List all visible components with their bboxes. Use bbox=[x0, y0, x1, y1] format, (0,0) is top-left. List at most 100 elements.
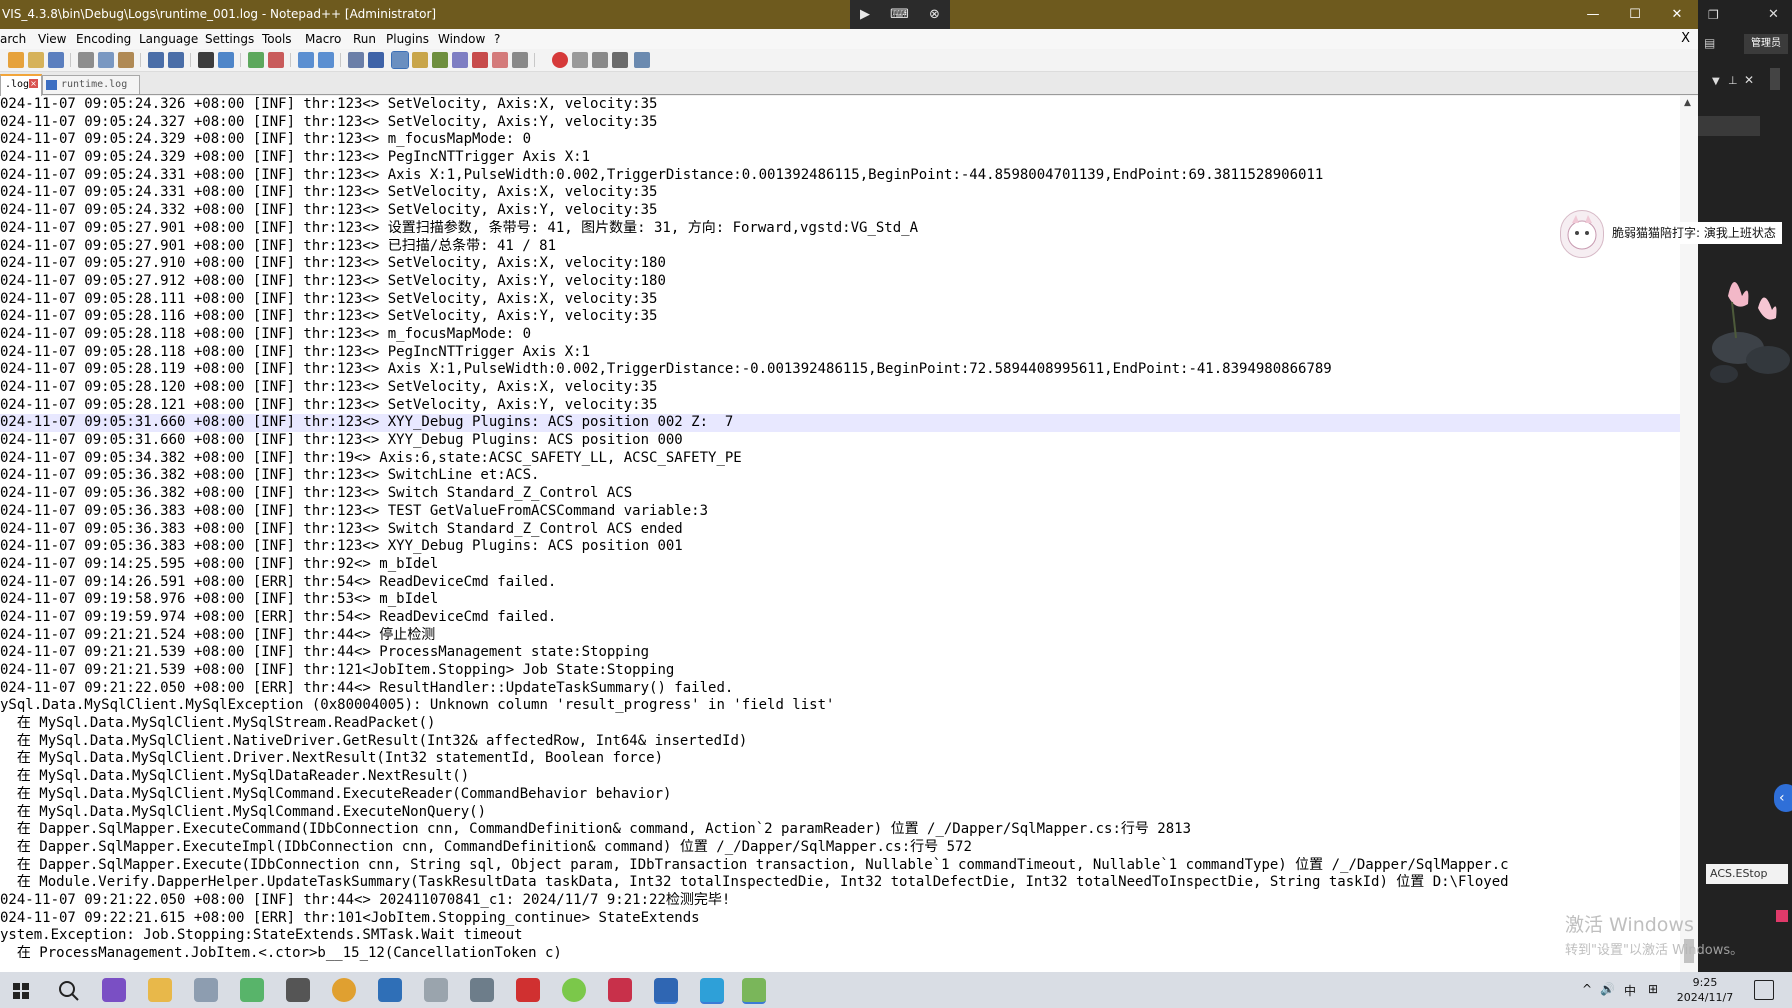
folder-as-workspace-icon[interactable] bbox=[472, 52, 488, 68]
minimize-button[interactable]: — bbox=[1572, 0, 1614, 29]
log-line: 024-11-07 09:05:27.901 +08:00 [INF] thr:… bbox=[0, 219, 919, 236]
monitoring-icon[interactable] bbox=[492, 52, 508, 68]
app-icon[interactable] bbox=[194, 978, 218, 1002]
replace-icon[interactable] bbox=[218, 52, 234, 68]
maximize-button[interactable]: ☐ bbox=[1614, 0, 1656, 29]
menu-run[interactable]: Run bbox=[353, 32, 376, 46]
find-icon[interactable] bbox=[198, 52, 214, 68]
editor-area[interactable]: 024-11-07 09:05:24.326 +08:00 [INF] thr:… bbox=[0, 96, 1680, 972]
keyboard-icon[interactable]: ⊞ bbox=[1648, 982, 1658, 996]
log-line: 024-11-07 09:05:28.118 +08:00 [INF] thr:… bbox=[0, 343, 591, 360]
tab-close-icon[interactable]: × bbox=[29, 79, 38, 88]
clock[interactable]: 9:25 2024/11/7 bbox=[1670, 975, 1740, 1005]
show-all-chars-icon[interactable] bbox=[368, 52, 384, 68]
menu-help[interactable]: ? bbox=[494, 32, 500, 46]
log-line: 024-11-07 09:21:21.539 +08:00 [INF] thr:… bbox=[0, 644, 650, 661]
log-line: 024-11-07 09:05:28.119 +08:00 [INF] thr:… bbox=[0, 361, 1332, 378]
doc-map-icon[interactable] bbox=[432, 52, 448, 68]
run-macro-multiple-icon[interactable] bbox=[612, 52, 628, 68]
log-line: 024-11-07 09:05:31.660 +08:00 [INF] thr:… bbox=[0, 414, 1680, 433]
vis-app-icon[interactable] bbox=[654, 978, 678, 1004]
toolbar-separator bbox=[534, 53, 535, 67]
app-icon[interactable] bbox=[470, 978, 494, 1002]
panel-close-icon[interactable]: ✕ bbox=[1744, 73, 1754, 87]
tray-overflow-icon[interactable]: ^ bbox=[1582, 982, 1592, 996]
menu-search[interactable]: arch bbox=[0, 32, 26, 46]
record-macro-icon[interactable] bbox=[552, 52, 568, 68]
paste-icon[interactable] bbox=[118, 52, 134, 68]
menu-window[interactable]: Window bbox=[438, 32, 485, 46]
app-icon[interactable] bbox=[378, 978, 402, 1002]
msg-app-icon[interactable] bbox=[286, 978, 310, 1002]
notepadpp-window: VIS_4.3.8\bin\Debug\Logs\runtime_001.log… bbox=[0, 0, 1698, 972]
app-icon[interactable] bbox=[424, 978, 448, 1002]
undo-icon[interactable] bbox=[148, 52, 164, 68]
preview-icon[interactable] bbox=[512, 52, 528, 68]
zoom-in-icon[interactable] bbox=[248, 52, 264, 68]
app-icon[interactable] bbox=[700, 978, 724, 1004]
menu-encoding[interactable]: Encoding bbox=[76, 32, 131, 46]
menu-plugins[interactable]: Plugins bbox=[386, 32, 429, 46]
volume-icon[interactable]: 🔊 bbox=[1600, 982, 1615, 996]
app-icon[interactable] bbox=[562, 978, 586, 1002]
function-list-icon[interactable] bbox=[452, 52, 468, 68]
remote-close-icon[interactable]: ⊗ bbox=[929, 7, 940, 22]
close-button[interactable]: ✕ bbox=[1656, 0, 1698, 29]
tab-runtime-log[interactable]: runtime.log bbox=[42, 75, 140, 94]
wps-icon[interactable] bbox=[516, 978, 540, 1002]
restore-icon[interactable]: ❐ bbox=[1708, 8, 1719, 22]
app-icon[interactable] bbox=[240, 978, 264, 1002]
title-bar[interactable]: VIS_4.3.8\bin\Debug\Logs\runtime_001.log… bbox=[0, 0, 1698, 29]
menu-language[interactable]: Language bbox=[139, 32, 198, 46]
save-macro-icon[interactable] bbox=[634, 52, 650, 68]
typing-cat-widget[interactable]: 脆弱猫猫陪打字: 演我上班状态 bbox=[1560, 208, 1792, 258]
log-line: 在 MySql.Data.MySqlClient.Driver.NextResu… bbox=[0, 750, 664, 767]
acs-estop-button[interactable]: ACS.EStop bbox=[1706, 864, 1788, 884]
expand-side-button[interactable]: ‹ bbox=[1774, 784, 1792, 812]
remote-play-icon[interactable]: ▶ bbox=[860, 7, 870, 22]
visual-studio-icon[interactable] bbox=[102, 978, 126, 1002]
windows-start-icon[interactable] bbox=[13, 983, 29, 999]
admin-button[interactable]: 管理员 bbox=[1744, 34, 1788, 54]
side-close-icon[interactable]: ✕ bbox=[1768, 7, 1779, 22]
close-document-icon[interactable]: X bbox=[1681, 31, 1690, 46]
menu-settings[interactable]: Settings bbox=[205, 32, 254, 46]
cut-icon[interactable] bbox=[78, 52, 94, 68]
log-line: 024-11-07 09:19:59.974 +08:00 [ERR] thr:… bbox=[0, 608, 557, 625]
play-macro-icon[interactable] bbox=[592, 52, 608, 68]
word-wrap-icon[interactable] bbox=[348, 52, 364, 68]
stop-macro-icon[interactable] bbox=[572, 52, 588, 68]
search-icon[interactable] bbox=[58, 980, 80, 1002]
app-tray-icon[interactable] bbox=[1776, 910, 1788, 922]
side-field[interactable] bbox=[1698, 116, 1760, 136]
remote-keyboard-icon[interactable]: ⌨ bbox=[890, 7, 909, 22]
menu-macro[interactable]: Macro bbox=[305, 32, 341, 46]
sync-horizontal-icon[interactable] bbox=[318, 52, 334, 68]
log-line: 024-11-07 09:22:21.615 +08:00 [ERR] thr:… bbox=[0, 909, 700, 926]
tab-log[interactable]: .log × bbox=[0, 74, 42, 96]
copy-icon[interactable] bbox=[98, 52, 114, 68]
pin-icon[interactable]: ⊥ bbox=[1728, 74, 1738, 87]
remote-control-bar: ▶ ⌨ ⊗ bbox=[850, 0, 950, 29]
menu-tools[interactable]: Tools bbox=[262, 32, 292, 46]
notepadpp-icon[interactable] bbox=[742, 978, 766, 1004]
scroll-up-icon[interactable]: ▲ bbox=[1684, 98, 1691, 108]
save-icon[interactable] bbox=[48, 52, 64, 68]
side-panel: ❐ ✕ 管理员 ▤ ▼ ⊥ ✕ ‹ ACS.EStop bbox=[1698, 0, 1792, 972]
redo-icon[interactable] bbox=[168, 52, 184, 68]
open-file-icon[interactable] bbox=[28, 52, 44, 68]
app-icon[interactable] bbox=[608, 978, 632, 1002]
toolbar-separator bbox=[290, 53, 291, 67]
notification-icon[interactable] bbox=[1754, 980, 1774, 1000]
sync-vertical-icon[interactable] bbox=[298, 52, 314, 68]
vertical-tab-icon[interactable] bbox=[1770, 68, 1780, 90]
menu-view[interactable]: View bbox=[38, 32, 66, 46]
ime-indicator[interactable]: 中 bbox=[1624, 982, 1636, 999]
chrome-icon[interactable] bbox=[332, 978, 356, 1002]
dropdown-icon[interactable]: ▼ bbox=[1712, 76, 1720, 87]
new-file-icon[interactable] bbox=[8, 52, 24, 68]
indent-guide-icon[interactable] bbox=[391, 51, 409, 69]
zoom-out-icon[interactable] bbox=[268, 52, 284, 68]
udl-icon[interactable] bbox=[412, 52, 428, 68]
file-explorer-icon[interactable] bbox=[148, 978, 172, 1002]
